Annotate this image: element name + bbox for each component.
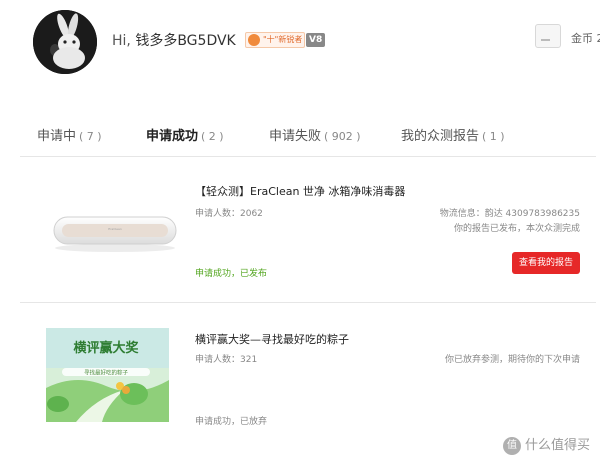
product-label: EraClean (108, 227, 122, 231)
tab-label: 申请失败 (269, 129, 322, 144)
banner-subtitle: 寻找最好吃的粽子 (84, 369, 129, 377)
tab-count: ( 7 ) (79, 130, 102, 143)
view-report-button[interactable]: 查看我的报告 (512, 252, 580, 274)
tab-count: ( 2 ) (201, 130, 224, 143)
applicant-count: 申请人数：2062 (195, 209, 263, 219)
tab-applying[interactable]: 申请中( 7 ) (37, 125, 102, 144)
rabbit-avatar-image (33, 10, 97, 74)
tab-my-reports[interactable]: 我的众测报告( 1 ) (401, 125, 505, 144)
zhi-logo-icon: 值 (502, 436, 521, 455)
user-greeting: Hi, 钱多多BG5DVK (112, 30, 236, 50)
wallet-icon[interactable] (535, 24, 561, 48)
username[interactable]: 钱多多BG5DVK (135, 33, 235, 49)
zongzi-banner: 横评赢大奖 寻找最好吃的粽子 (46, 328, 169, 422)
site-watermark: 值什么值得买 (502, 434, 590, 455)
watermark-text: 什么值得买 (524, 438, 590, 453)
event-banner-image[interactable]: 横评赢大奖 寻找最好吃的粽子 (46, 328, 169, 422)
level-badge[interactable]: "十"新锐者 (245, 32, 305, 48)
avatar[interactable] (33, 10, 97, 74)
application-status: 申请成功，已放弃 (195, 417, 268, 427)
tab-count: ( 1 ) (482, 130, 505, 143)
card-divider (20, 302, 596, 303)
participation-note: 你已放弃参测，期待你的下次申请 (444, 355, 580, 365)
product-image[interactable]: EraClean (48, 197, 183, 257)
card-title[interactable]: 横评赢大奖—寻找最好吃的粽子 (195, 331, 349, 347)
banner-title: 横评赢大奖 (73, 340, 139, 356)
tab-label: 申请成功 (146, 129, 199, 144)
tab-success[interactable]: 申请成功( 2 ) (146, 125, 224, 144)
level-medal-icon (248, 34, 260, 46)
logistics-info: 物流信息：韵达 4309783986235 (439, 209, 580, 219)
coin-label: 金币 2 (571, 32, 600, 45)
tab-count: ( 902 ) (324, 130, 361, 143)
tab-failed[interactable]: 申请失败( 902 ) (269, 125, 361, 144)
applicant-count: 申请人数：321 (195, 355, 258, 365)
tabs-divider (20, 156, 596, 157)
greeting-prefix: Hi, (112, 33, 136, 49)
level-badge-label: "十"新锐者 (263, 35, 303, 44)
application-status: 申请成功，已发布 (195, 269, 268, 279)
report-status-note: 你的报告已发布，本次众测完成 (453, 224, 580, 234)
card-title[interactable]: 【轻众测】EraClean 世净 冰箱净味消毒器 (195, 183, 405, 199)
tab-label: 我的众测报告 (401, 129, 480, 144)
vip-badge[interactable]: V8 (306, 33, 326, 47)
deodorizer-image: EraClean (53, 216, 177, 252)
tab-label: 申请中 (37, 129, 77, 144)
